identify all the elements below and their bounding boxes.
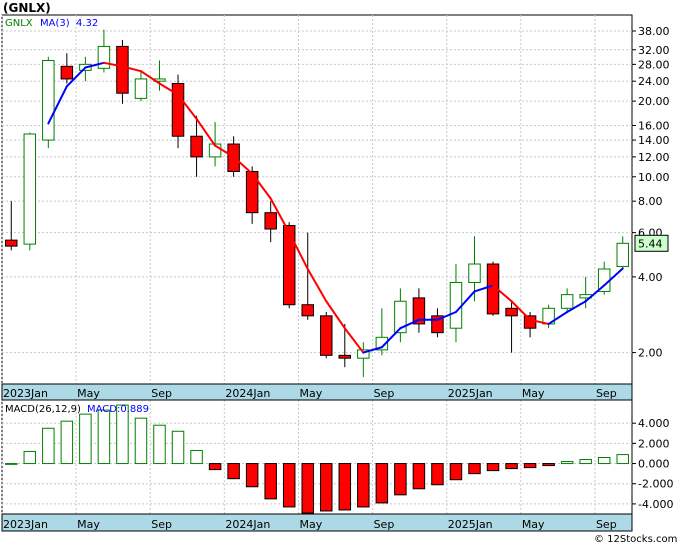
macd-bar: [449, 463, 463, 481]
macd-bar: [153, 424, 166, 465]
price-y-tick-label: 10.00: [638, 171, 670, 184]
price-x-tick-label: Sep: [596, 387, 617, 400]
macd-bar: [23, 450, 37, 465]
candle-body: [116, 45, 129, 94]
macd-bar: [60, 420, 74, 465]
chart-svg: (GNLX) © 12Stocks.com 2.004.006.008.0010…: [0, 0, 680, 546]
price-legend-ma-label: MA(3): [40, 18, 70, 29]
macd-bar: [190, 449, 203, 465]
macd-bar: [79, 413, 92, 465]
price-x-tick-label: May: [77, 387, 100, 400]
macd-bar: [579, 459, 592, 465]
macd-bar: [282, 463, 296, 508]
macd-y-tick-label: 4.000: [638, 417, 670, 430]
macd-x-tick-label: Sep: [151, 518, 172, 531]
price-y-tick-label: 24.00: [638, 75, 670, 88]
macd-bar: [542, 463, 555, 467]
price-x-tick-label: 2024Jan: [225, 387, 270, 400]
macd-bar: [431, 463, 444, 486]
candle-body: [23, 133, 37, 245]
candle-body: [282, 225, 296, 306]
macd-bar: [245, 463, 259, 488]
macd-y-tick-label: 0.000: [638, 458, 670, 471]
candle-body: [5, 239, 18, 247]
price-y-tick-label: 20.00: [638, 95, 670, 108]
macd-bar: [301, 463, 314, 514]
macd-y-tick-label: 2.000: [638, 437, 670, 450]
candle-body: [60, 65, 74, 80]
macd-x-tick-label: 2025Jan: [448, 518, 493, 531]
chart-root: (GNLX) © 12Stocks.com 2.00 4.00 6.00 8.00 10…: [0, 0, 680, 546]
candle-body: [42, 60, 55, 141]
price-y-tick-label: 28.00: [638, 58, 670, 71]
price-legend-ma-value: 4.32: [76, 18, 98, 29]
price-x-tick-label: May: [299, 387, 322, 400]
macd-bar: [394, 463, 407, 496]
macd-bar: [505, 463, 518, 470]
macd-bar: [227, 463, 240, 480]
price-x-tick-label: 2023Jan: [3, 387, 48, 400]
candle-body: [264, 212, 277, 230]
macd-bar: [560, 461, 574, 465]
macd-bar: [264, 463, 277, 500]
price-x-tick-label: May: [522, 387, 545, 400]
macd-x-tick-label: 2023Jan: [3, 518, 48, 531]
price-y-tick-label: 4.00: [638, 271, 663, 284]
last-price-label: 5.44: [638, 237, 663, 250]
candle-body: [468, 263, 481, 283]
price-y-tick-label: 8.00: [638, 195, 663, 208]
candle-body: [301, 304, 314, 317]
price-y-tick-label: 38.00: [638, 25, 670, 38]
macd-bar: [616, 454, 629, 465]
macd-legend-params: MACD(26,12,9): [5, 404, 81, 415]
macd-y-tick-label: -4.000: [638, 498, 673, 511]
price-y-tick-label: 2.00: [638, 347, 663, 360]
macd-bar: [357, 463, 370, 508]
macd-y-tick-label: -2.000: [638, 478, 673, 491]
macd-bar: [5, 463, 18, 465]
macd-bar: [42, 427, 55, 465]
candle-body: [560, 294, 574, 309]
macd-x-tick-label: May: [522, 518, 545, 531]
macd-bar: [597, 457, 611, 465]
ticker-title: (GNLX): [3, 1, 51, 15]
macd-bar: [320, 463, 333, 512]
candle-body: [190, 135, 203, 158]
price-x-tick-label: Sep: [151, 387, 172, 400]
macd-x-tick-label: Sep: [596, 518, 617, 531]
price-x-tick-label: 2025Jan: [448, 387, 493, 400]
macd-bar: [486, 463, 500, 472]
macd-bar: [375, 463, 389, 504]
macd-x-tick-label: Sep: [374, 518, 395, 531]
candle-body: [97, 45, 111, 69]
macd-bar: [412, 463, 426, 490]
macd-legend-value: MACD:0.889: [87, 404, 149, 415]
price-y-tick-label: 16.00: [638, 119, 670, 132]
watermark: © 12Stocks.com: [594, 534, 677, 545]
price-y-tick-label: 14.00: [638, 134, 670, 147]
candle-body: [523, 315, 537, 329]
macd-x-tick-label: May: [299, 518, 322, 531]
price-legend-symbol: GNLX: [5, 18, 33, 29]
macd-bar: [208, 463, 222, 471]
candle-body: [449, 281, 463, 329]
candle-body: [505, 307, 518, 317]
macd-bar: [171, 430, 185, 465]
macd-bar: [338, 463, 352, 511]
macd-x-tick-label: 2024Jan: [225, 518, 270, 531]
candle-body: [134, 78, 148, 99]
macd-x-tick-label: May: [77, 518, 100, 531]
price-x-tick-label: Sep: [374, 387, 395, 400]
macd-bar: [134, 417, 148, 465]
candle-body: [616, 242, 629, 267]
candle-body: [320, 315, 333, 356]
candle-body: [338, 354, 352, 359]
macd-bar: [97, 409, 111, 465]
macd-bar: [523, 463, 537, 469]
price-y-tick-label: 12.00: [638, 151, 670, 164]
macd-bar: [468, 463, 481, 475]
price-y-tick-label: 32.00: [638, 44, 670, 57]
